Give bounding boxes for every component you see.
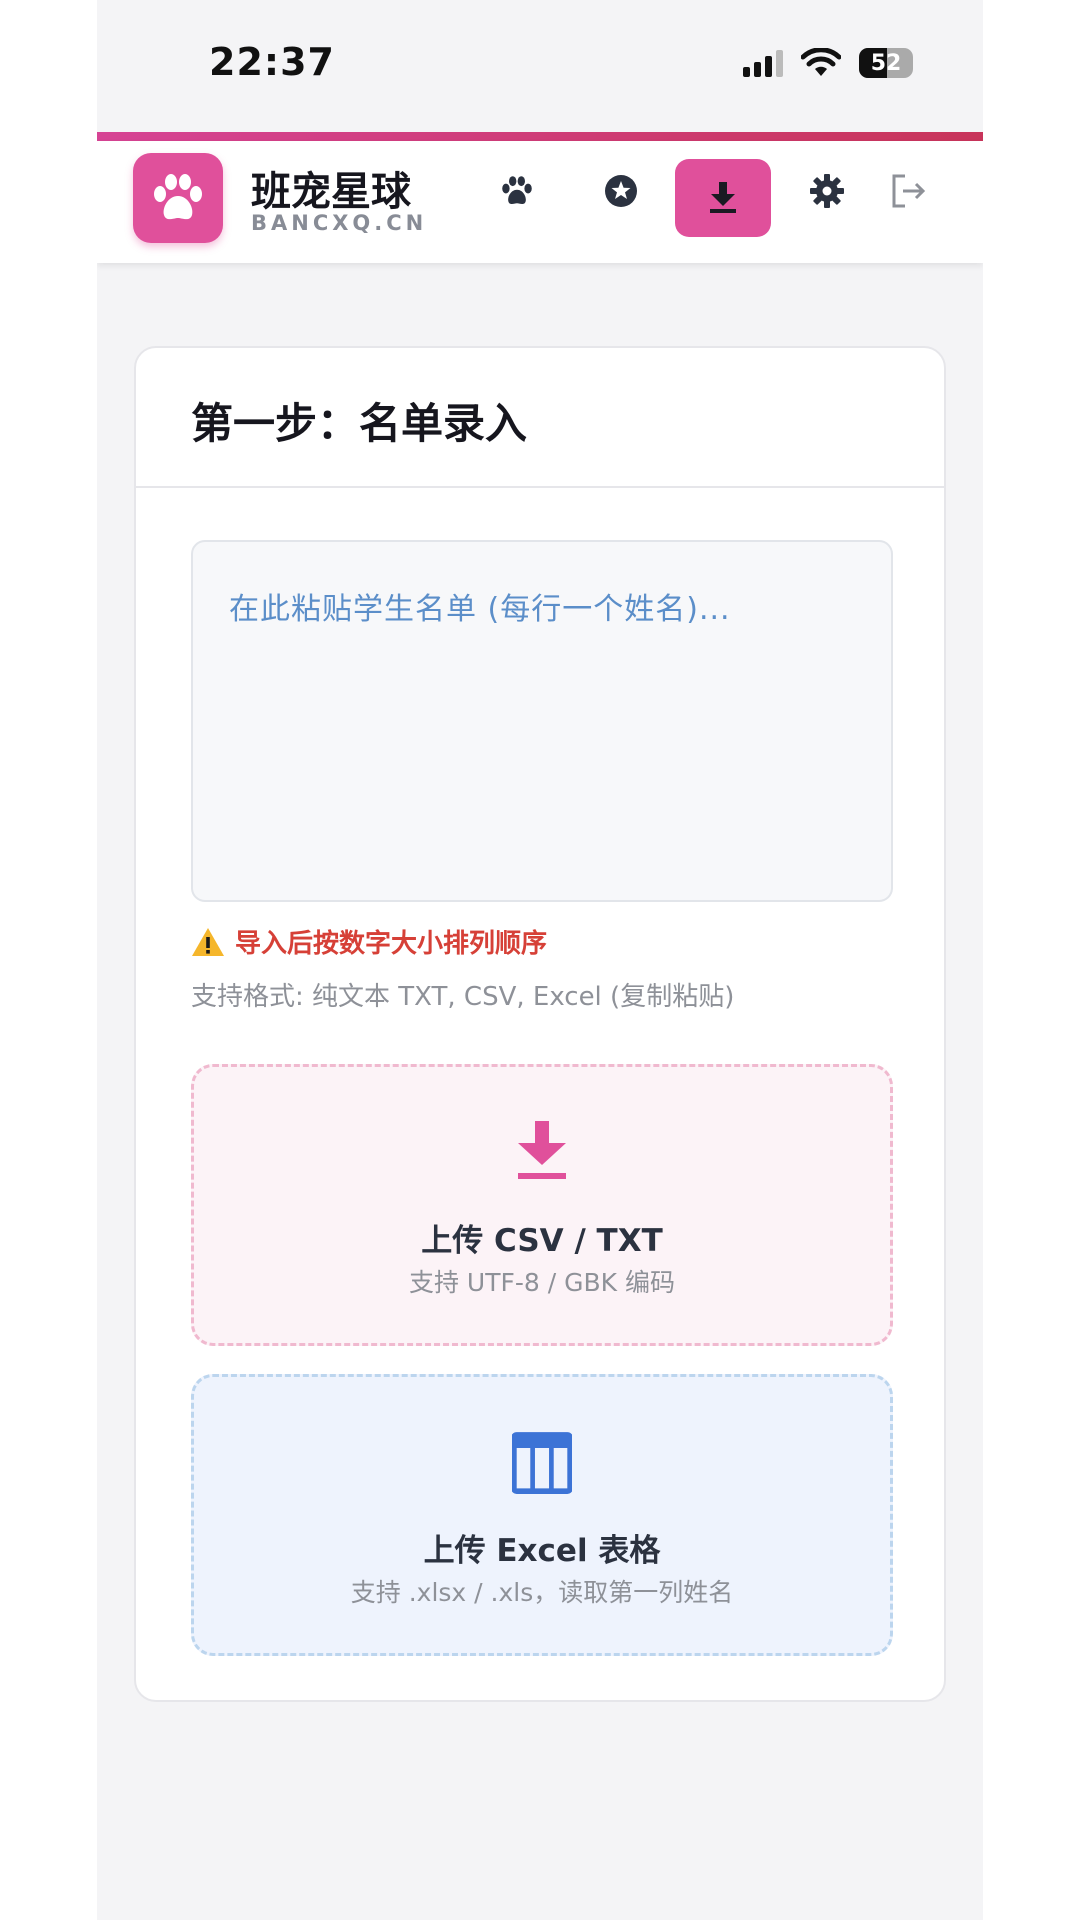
app-header: 班宠星球 BANCXQ.CN xyxy=(97,141,983,263)
upload-csv-title: 上传 CSV / TXT xyxy=(421,1223,663,1259)
upload-excel-title: 上传 Excel 表格 xyxy=(423,1533,661,1569)
paw-logo-icon xyxy=(154,174,202,220)
cellular-signal-icon xyxy=(743,49,783,77)
logout-icon xyxy=(892,174,926,208)
warning-icon xyxy=(192,927,224,956)
upload-excel-button[interactable]: 上传 Excel 表格 支持 .xlsx / .xls，读取第一列姓名 xyxy=(191,1374,893,1656)
status-time: 22:37 xyxy=(209,40,335,84)
roster-textarea[interactable] xyxy=(191,540,893,902)
warning-text: 导入后按数字大小排列顺序 xyxy=(235,929,548,959)
brand-domain: BANCXQ.CN xyxy=(251,211,428,235)
upload-excel-subtitle: 支持 .xlsx / .xls，读取第一列姓名 xyxy=(350,1578,734,1607)
accent-strip xyxy=(97,132,983,141)
nav-settings-button[interactable] xyxy=(797,161,857,221)
roster-input-card: 第一步：名单录入 导入后按数字大小排列顺序 支持格式: 纯文本 TXT, CSV… xyxy=(134,346,946,1702)
logo[interactable] xyxy=(133,153,223,243)
battery-level: 52 xyxy=(870,50,902,76)
warning-note: 导入后按数字大小排列顺序 xyxy=(191,923,547,960)
upload-csv-button[interactable]: 上传 CSV / TXT 支持 UTF-8 / GBK 编码 xyxy=(191,1064,893,1346)
upload-csv-subtitle: 支持 UTF-8 / GBK 编码 xyxy=(408,1268,675,1297)
table-icon xyxy=(512,1432,572,1494)
gear-icon xyxy=(810,174,844,208)
paw-icon xyxy=(502,176,532,205)
status-bar: 22:37 52 xyxy=(97,0,983,132)
star-icon xyxy=(605,175,637,207)
nav-star-button[interactable] xyxy=(591,161,651,221)
card-title: 第一步：名单录入 xyxy=(191,399,528,448)
phone-screen: 22:37 52 班宠星球 BANCXQ.CN 第一步：名单录入 在此粘贴学生名… xyxy=(97,0,983,1920)
nav-import-button[interactable] xyxy=(675,159,771,237)
download-icon xyxy=(518,1121,566,1179)
card-header: 第一步：名单录入 xyxy=(136,348,944,488)
nav-pets-button[interactable] xyxy=(487,161,547,221)
supported-formats-text: 支持格式: 纯文本 TXT, CSV, Excel (复制粘贴) xyxy=(191,982,735,1012)
status-icons: 52 xyxy=(743,48,913,78)
nav-logout-button[interactable] xyxy=(879,161,939,221)
brand-name: 班宠星球 xyxy=(251,169,411,215)
battery-icon: 52 xyxy=(859,48,913,78)
download-icon xyxy=(710,182,736,213)
wifi-icon xyxy=(801,48,841,76)
